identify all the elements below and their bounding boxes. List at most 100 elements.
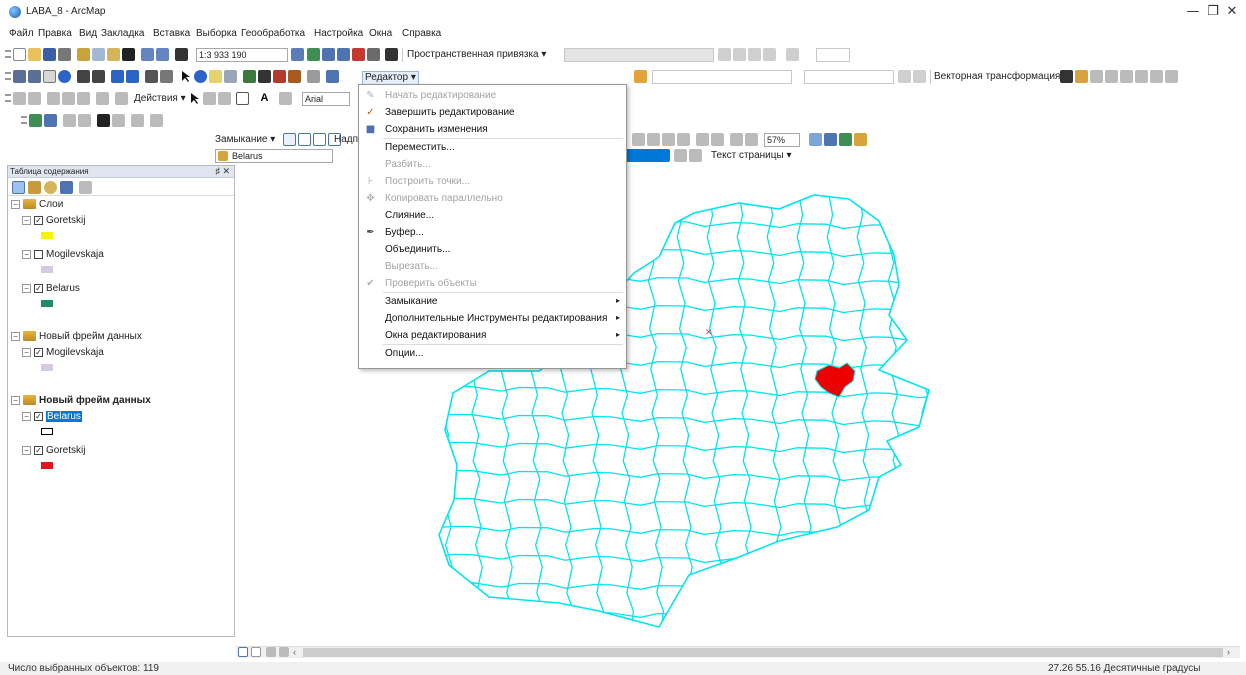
forward-extent-icon[interactable]: [126, 70, 139, 83]
list-by-source-icon[interactable]: [28, 181, 41, 194]
toolbar-grip[interactable]: [5, 50, 11, 58]
point-snapping-icon[interactable]: [283, 133, 296, 146]
end-snapping-icon[interactable]: [298, 133, 311, 146]
collapse-icon[interactable]: −: [22, 347, 31, 357]
adjust-input[interactable]: [816, 48, 850, 62]
select-elements-icon[interactable]: [179, 70, 192, 83]
vt-table-icon[interactable]: [1120, 70, 1133, 83]
georef-fit-icon[interactable]: [28, 92, 41, 105]
collapse-icon[interactable]: −: [22, 411, 31, 421]
vt-edit-link-icon[interactable]: [1090, 70, 1103, 83]
zoom-percent-input[interactable]: 57%: [764, 133, 800, 147]
zoom-out-icon[interactable]: [28, 70, 41, 83]
menu-item-13[interactable]: Дополнительные Инструменты редактировани…: [359, 310, 626, 327]
collapse-icon[interactable]: −: [11, 395, 20, 405]
layer-symbol-swatch[interactable]: [41, 300, 53, 307]
collapse-icon[interactable]: −: [11, 199, 20, 209]
catalog-window-icon[interactable]: [322, 48, 335, 61]
layout-zoom-icon[interactable]: [632, 133, 645, 146]
find-icon[interactable]: [258, 70, 271, 83]
menu-item-7[interactable]: Слияние...: [359, 207, 626, 224]
python-window-icon[interactable]: [367, 48, 380, 61]
menu-item-8[interactable]: ✒ Буфер...: [359, 224, 626, 241]
layout-forward-icon[interactable]: [745, 133, 758, 146]
model-builder-icon[interactable]: [385, 48, 398, 61]
rectangle-icon[interactable]: [236, 92, 249, 105]
save-icon[interactable]: [43, 48, 56, 61]
layout-fixed-in-icon[interactable]: [696, 133, 709, 146]
layer-row-belarus[interactable]: − ✓ Belarus: [22, 283, 80, 297]
open-icon[interactable]: [28, 48, 41, 61]
vt-multi-link-icon[interactable]: [1105, 70, 1118, 83]
minimize-button[interactable]: —: [1183, 3, 1203, 21]
vt-new-link-icon[interactable]: [1075, 70, 1088, 83]
focus-frame-icon[interactable]: [824, 133, 837, 146]
layer-visibility-checkbox[interactable]: ✓: [34, 215, 43, 225]
cut-icon[interactable]: [77, 48, 90, 61]
menu-item-1[interactable]: ✓ Завершить редактирование: [359, 104, 626, 121]
select-features-icon[interactable]: [145, 70, 158, 83]
back-extent-icon[interactable]: [111, 70, 124, 83]
edit-vertices-icon[interactable]: [279, 92, 292, 105]
hyperlink-icon[interactable]: [209, 70, 222, 83]
delete-icon[interactable]: [122, 48, 135, 61]
layer-icon[interactable]: [29, 114, 42, 127]
menu-item-6[interactable]: ✥ Копировать параллельно: [359, 190, 626, 207]
menu-insert[interactable]: Вставка: [153, 28, 190, 39]
menu-help[interactable]: Справка: [402, 28, 441, 39]
menu-customize[interactable]: Настройка: [314, 28, 363, 39]
collapse-icon[interactable]: −: [22, 283, 31, 293]
adjust-links-icon[interactable]: [733, 48, 746, 61]
zoom-whole-page-icon[interactable]: [218, 92, 231, 105]
identify-icon[interactable]: [194, 70, 207, 83]
collapse-icon[interactable]: −: [22, 215, 31, 225]
layer-visibility-checkbox[interactable]: ✓: [34, 411, 43, 421]
draw-select-icon[interactable]: [188, 92, 201, 105]
collapse-icon[interactable]: −: [22, 249, 31, 259]
rotate-icon[interactable]: [203, 92, 216, 105]
menu-view[interactable]: Вид: [79, 28, 97, 39]
vt-options-icon[interactable]: [1165, 70, 1178, 83]
fixed-zoom-out-icon[interactable]: [92, 70, 105, 83]
go-to-xy-icon[interactable]: [288, 70, 301, 83]
scroll-right-icon[interactable]: ›: [1227, 647, 1237, 657]
adjust-options-icon[interactable]: [786, 48, 799, 61]
layer-symbol-swatch[interactable]: [41, 462, 53, 469]
arctoolbox-icon[interactable]: [352, 48, 365, 61]
edit-tool-icon[interactable]: [634, 70, 647, 83]
scale-input[interactable]: 1:3 933 190: [196, 48, 288, 62]
menu-file[interactable]: Файл: [9, 28, 34, 39]
topology-edit-icon[interactable]: [62, 92, 75, 105]
close-button[interactable]: ✕: [1222, 3, 1242, 21]
menu-item-2[interactable]: ■ Сохранить изменения: [359, 121, 626, 138]
join-icon[interactable]: [78, 114, 91, 127]
vertex-snapping-icon[interactable]: [313, 133, 326, 146]
adjust-table-icon[interactable]: [748, 48, 761, 61]
scrollbar-thumb[interactable]: [303, 648, 1223, 657]
collapse-icon[interactable]: −: [22, 445, 31, 455]
topology-validate-icon[interactable]: [77, 92, 90, 105]
copy-icon[interactable]: [92, 48, 105, 61]
menu-geoprocessing[interactable]: Геообработка: [241, 28, 305, 39]
zoom-in-icon[interactable]: [13, 70, 26, 83]
menu-item-4[interactable]: Разбить...: [359, 156, 626, 173]
vt-preview-icon[interactable]: [1135, 70, 1148, 83]
layer-select[interactable]: Belarus: [215, 149, 333, 163]
table-icon[interactable]: [44, 114, 57, 127]
pause-drawing-icon[interactable]: [279, 647, 289, 657]
layer-symbol-swatch[interactable]: [41, 232, 53, 239]
edit-target-select[interactable]: [804, 70, 894, 84]
menu-item-9[interactable]: Объединить...: [359, 241, 626, 258]
pan-icon[interactable]: [43, 70, 56, 83]
map-horizontal-scrollbar[interactable]: ‹ ›: [236, 646, 1240, 658]
layer-symbol-swatch[interactable]: [41, 364, 53, 371]
maximize-button[interactable]: ❐: [1203, 3, 1223, 21]
data-frame-1[interactable]: − Новый фрейм данных: [11, 331, 142, 345]
menu-item-5[interactable]: ⊦ Построить точки...: [359, 173, 626, 190]
menu-windows[interactable]: Окна: [369, 28, 392, 39]
properties-icon[interactable]: [150, 114, 163, 127]
toc-pin-close-icon[interactable]: ♯ ✕: [215, 166, 230, 177]
data-frame-0[interactable]: − Слои: [11, 199, 63, 213]
menu-item-15[interactable]: Опции...: [359, 345, 626, 362]
last-page-icon[interactable]: [689, 149, 702, 162]
